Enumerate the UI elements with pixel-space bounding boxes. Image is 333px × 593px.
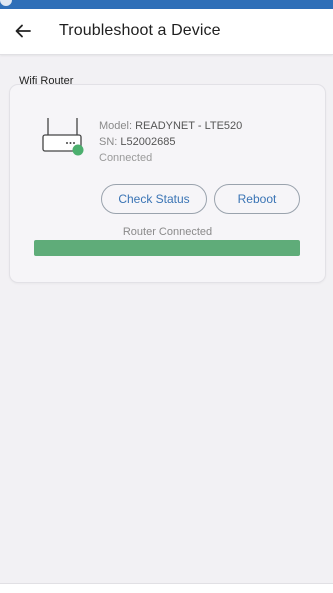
device-card: Model: READYNET - LTE520 SN: L52002685 C… — [9, 84, 326, 283]
device-info: Model: READYNET - LTE520 SN: L52002685 C… — [99, 118, 242, 166]
progress-label: Router Connected — [122, 226, 213, 238]
status-bar — [0, 0, 333, 9]
status-indicator — [0, 0, 12, 6]
router-icon — [42, 118, 84, 156]
connection-status-dot — [72, 144, 84, 156]
sn-value: L52002685 — [120, 136, 176, 148]
progress-bar-fill — [34, 240, 300, 256]
page-title: Troubleshoot a Device — [59, 22, 221, 39]
back-button[interactable] — [10, 18, 36, 44]
model-label: Model: — [99, 120, 133, 132]
check-status-button[interactable]: Check Status — [101, 184, 207, 214]
app-bar: Troubleshoot a Device — [0, 9, 333, 55]
sn-label: SN: — [99, 136, 118, 148]
connection-status: Connected — [99, 152, 153, 164]
arrow-left-icon — [15, 24, 31, 38]
sn-row: SN: L52002685 — [99, 134, 242, 150]
reboot-button[interactable]: Reboot — [214, 184, 300, 214]
progress-bar — [34, 240, 300, 256]
model-value: READYNET - LTE520 — [135, 120, 243, 132]
model-row: Model: READYNET - LTE520 — [99, 118, 242, 134]
